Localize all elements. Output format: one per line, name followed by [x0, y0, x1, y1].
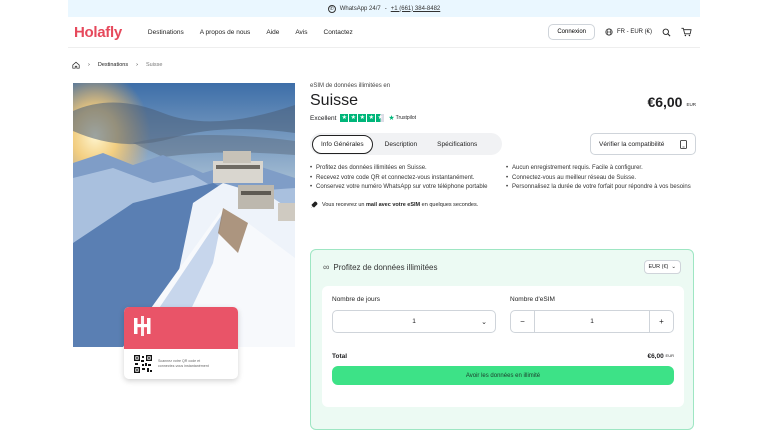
nav-link-destinations[interactable]: Destinations [148, 29, 184, 36]
feature-item: Profitez des données illimitées en Suiss… [310, 164, 500, 173]
star-icon: ★ [367, 114, 376, 122]
check-compatibility-label: Vérifier la compatibilité [599, 140, 665, 148]
feature-item: Connectez-vous au meilleur réseau de Sui… [506, 174, 696, 183]
page-frame: ✆ WhatsApp 24/7 - +1 (661) 384-8482 Hola… [68, 0, 700, 432]
esim-card: Scannez votre QR code et connectez-vous … [124, 307, 238, 379]
whatsapp-banner[interactable]: ✆ WhatsApp 24/7 - +1 (661) 384-8482 [68, 0, 700, 17]
globe-icon [605, 28, 613, 36]
nav-link-help[interactable]: Aide [266, 29, 279, 36]
nav-actions: Connexion FR - EUR (€) [548, 24, 692, 40]
plan-fields: Nombre de jours 1 ⌄ Nombre d'eSIM − 1 + [332, 296, 674, 333]
star-icon: ★ [349, 114, 358, 122]
language-selector[interactable]: FR - EUR (€) [605, 28, 652, 36]
star-icon: ★ [358, 114, 367, 122]
total-label: Total [332, 353, 348, 360]
currency-select-value: EUR (€) [648, 264, 669, 270]
tab-description[interactable]: Description [377, 136, 426, 153]
chevron-down-icon: ⌄ [671, 264, 676, 270]
esim-card-banner [124, 307, 238, 349]
increment-button[interactable]: + [649, 311, 673, 332]
cart-icon[interactable] [681, 27, 692, 37]
esim-quantity-stepper: − 1 + [510, 310, 674, 333]
rating-stars: ★ ★ ★ ★ ★ [340, 114, 385, 122]
breadcrumb: › Destinations › Suisse [68, 48, 700, 82]
holafly-logo[interactable]: Holafly [74, 24, 122, 41]
esim-card-text-2: connectez-vous instantanément [158, 364, 209, 368]
plan-title: ∞ Profitez de données illimitées [323, 262, 437, 272]
plan-form: Nombre de jours 1 ⌄ Nombre d'eSIM − 1 + [322, 286, 684, 407]
product-kicker: eSIM de données illimitées en [310, 83, 391, 89]
login-button[interactable]: Connexion [548, 24, 595, 40]
plan-selector: ∞ Profitez de données illimitées EUR (€)… [310, 249, 694, 430]
phone-check-icon [680, 139, 687, 149]
feature-list-left: Profitez des données illimitées en Suiss… [310, 164, 500, 193]
feature-item: Aucun enregistrement requis. Facile à co… [506, 164, 696, 173]
currency-select[interactable]: EUR (€) ⌄ [643, 260, 681, 274]
title-row: Suisse €6,00 EUR [310, 92, 696, 110]
rocket-icon [311, 201, 318, 208]
infinity-icon: ∞ [323, 262, 330, 272]
delivery-note-text: Vous recevrez un mail avec votre eSIM en… [322, 202, 479, 209]
home-icon[interactable] [72, 61, 80, 69]
search-icon[interactable] [662, 28, 671, 37]
info-tabs: Info Générales Description Spécification… [310, 133, 502, 155]
trustpilot-logo: ★ Trustpilot [388, 114, 416, 122]
price-currency: EUR [686, 102, 696, 107]
days-label: Nombre de jours [332, 296, 381, 303]
days-select[interactable]: 1 ⌄ [332, 310, 496, 333]
main-nav: Holafly Destinations A propos de nous Ai… [68, 17, 700, 48]
days-field: Nombre de jours 1 ⌄ [332, 296, 496, 333]
get-unlimited-data-button[interactable]: Avoir les données en illimité [332, 366, 674, 385]
feature-bullets: Profitez des données illimitées en Suiss… [310, 164, 696, 193]
breadcrumb-current: Suisse [145, 62, 163, 68]
total-row: Total €6,00 EUR [332, 353, 674, 360]
product-title: Suisse [310, 92, 359, 109]
nav-link-about[interactable]: A propos de nous [200, 29, 251, 36]
feature-list-right: Aucun enregistrement requis. Facile à co… [506, 164, 696, 193]
plan-title-text: Profitez de données illimitées [333, 262, 438, 272]
breadcrumb-separator: › [88, 62, 90, 68]
star-icon: ★ [340, 114, 349, 122]
trustpilot-label: Trustpilot [395, 115, 417, 121]
decrement-button[interactable]: − [511, 311, 535, 332]
total-price: €6,00 EUR [647, 353, 674, 360]
star-half-icon: ★ [376, 114, 385, 122]
breadcrumb-destinations[interactable]: Destinations [98, 62, 128, 68]
trustpilot-star-icon: ★ [388, 115, 395, 122]
feature-item: Recevez votre code QR et connectez-vous … [310, 174, 500, 183]
breadcrumb-separator: › [136, 62, 138, 68]
plan-header: ∞ Profitez de données illimitées EUR (€)… [311, 250, 693, 274]
tab-general-info[interactable]: Info Générales [312, 134, 373, 154]
esim-count-label: Nombre d'eSIM [510, 296, 555, 303]
holafly-h-logo-icon [134, 316, 151, 336]
chevron-down-icon: ⌄ [481, 318, 487, 326]
trustpilot-rating[interactable]: Excellent ★ ★ ★ ★ ★ ★ Trustpilot [310, 114, 696, 122]
language-label: FR - EUR (€) [617, 29, 652, 35]
delivery-note: Vous recevrez un mail avec votre eSIM en… [310, 201, 696, 209]
price-value: €6,00 [647, 94, 683, 110]
whatsapp-icon: ✆ [327, 4, 336, 13]
esim-card-info: Scannez votre QR code et connectez-vous … [124, 349, 238, 379]
tabs-row: Info Générales Description Spécification… [310, 133, 696, 155]
tab-specifications[interactable]: Spécifications [429, 136, 485, 153]
product-price: €6,00 EUR [647, 94, 696, 110]
feature-item: Personnalisez la durée de votre forfait … [506, 183, 696, 192]
nav-link-contact[interactable]: Contactez [324, 29, 353, 36]
check-compatibility-button[interactable]: Vérifier la compatibilité [590, 133, 696, 155]
days-value: 1 [412, 318, 416, 325]
nav-link-reviews[interactable]: Avis [295, 29, 307, 36]
rating-label: Excellent [310, 114, 337, 122]
esim-count-field: Nombre d'eSIM − 1 + [510, 296, 674, 333]
qr-code-icon [134, 355, 152, 373]
nav-links: Destinations A propos de nous Aide Avis … [148, 29, 353, 36]
feature-item: Conservez votre numéro WhatsApp sur votr… [310, 183, 500, 192]
whatsapp-text: WhatsApp 24/7 [339, 5, 381, 12]
whatsapp-phone-link[interactable]: +1 (661) 384-8482 [391, 6, 441, 12]
esim-count-value[interactable]: 1 [590, 318, 594, 325]
product-details: eSIM de données illimitées en Suisse €6,… [310, 83, 696, 209]
